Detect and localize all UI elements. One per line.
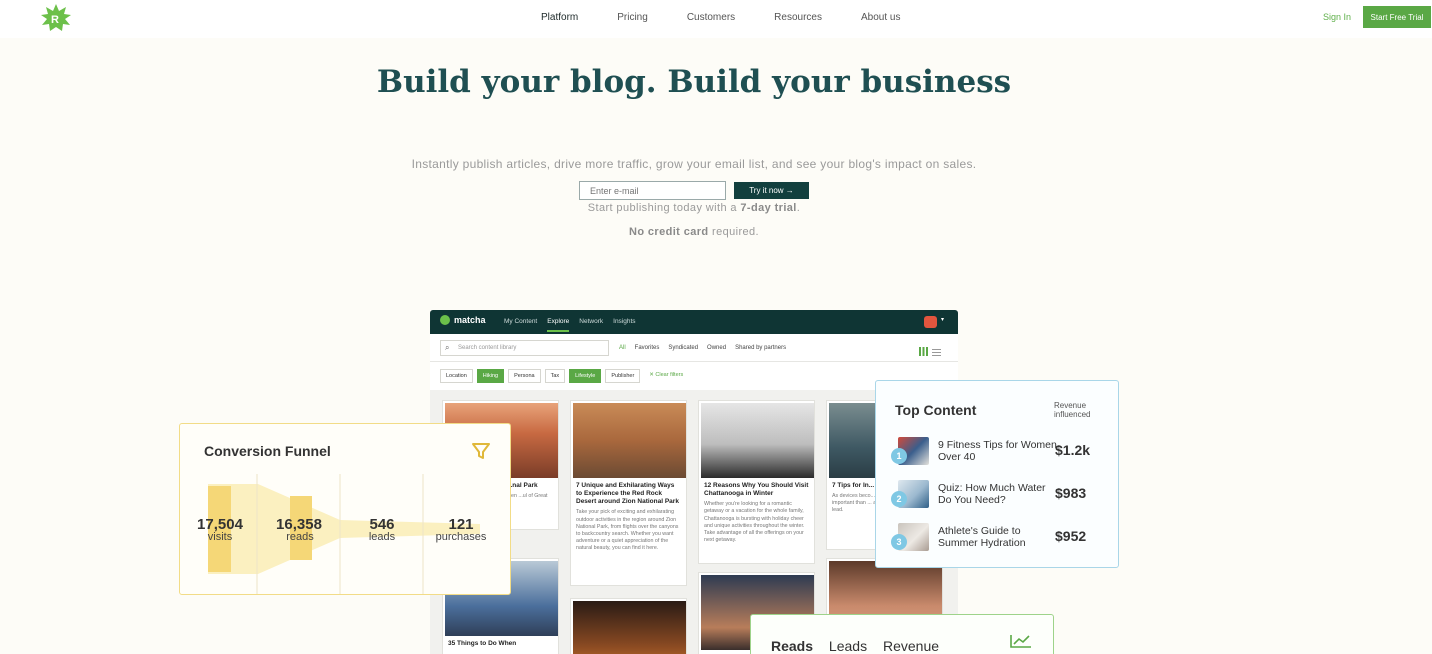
credit-card-bold: No credit card — [628, 226, 709, 238]
nav-resources[interactable]: Resources — [774, 12, 822, 23]
nav-customers[interactable]: Customers — [687, 12, 735, 23]
matcha-logo-icon[interactable]: R — [40, 3, 72, 33]
item-revenue: $983 — [1055, 485, 1087, 501]
app-logo: matcha — [440, 315, 486, 325]
top-content-item[interactable]: 2 Quiz: How Much Water Do You Need? $983 — [891, 480, 1116, 516]
app-logo-text: matcha — [454, 315, 486, 325]
chip-lifestyle[interactable]: Lifestyle — [569, 369, 602, 383]
content-card[interactable]: 12 Reasons Why You Should Visit Chattano… — [698, 400, 815, 564]
card-excerpt: Whether you're looking for a romantic ge… — [704, 501, 805, 543]
item-revenue: $1.2k — [1055, 442, 1091, 458]
tab-reads[interactable]: Reads — [771, 638, 813, 654]
revenue-influenced-label: Revenue influenced — [1054, 401, 1091, 420]
email-input[interactable] — [579, 181, 726, 200]
top-content-title: Top Content — [895, 402, 977, 418]
nav-about-us[interactable]: About us — [861, 12, 900, 23]
funnel-leads-label: leads — [368, 531, 396, 543]
start-free-trial-button[interactable]: Start Free Trial — [1363, 6, 1431, 28]
trial-note: Start publishing today with a 7-day tria… — [0, 202, 1388, 214]
search-icon: ⌕ — [445, 343, 450, 352]
filter-syndicated[interactable]: Syndicated — [668, 345, 698, 351]
top-content-card: Top Content Revenue influenced 1 9 Fitne… — [875, 380, 1119, 568]
svg-text:R: R — [51, 14, 59, 26]
app-nav-explore[interactable]: Explore — [547, 318, 570, 332]
filter-all[interactable]: All — [619, 345, 626, 351]
app-nav-network[interactable]: Network — [579, 318, 603, 332]
hero-subtitle: Instantly publish articles, drive more t… — [411, 157, 977, 171]
filter-owned[interactable]: Owned — [707, 345, 726, 351]
chip-hiking[interactable]: Hiking — [476, 369, 505, 383]
funnel-reads-label: reads — [286, 531, 314, 543]
credit-card-note: No credit card required. — [0, 226, 1388, 238]
filter-favorites[interactable]: Favorites — [635, 345, 660, 351]
card-image — [573, 601, 686, 654]
item-title: 9 Fitness Tips for Women Over 40 — [938, 439, 1057, 464]
app-nav-insights[interactable]: Insights — [613, 318, 635, 332]
content-search-placeholder: Search content library — [458, 345, 517, 351]
rank-badge: 3 — [891, 534, 907, 550]
filter-shared[interactable]: Shared by partners — [735, 345, 786, 351]
chip-persona[interactable]: Persona — [508, 369, 541, 383]
credit-card-text: required. — [708, 226, 760, 238]
matcha-leaf-icon — [440, 315, 450, 325]
clear-filters-link[interactable]: ✕ Clear filters — [644, 369, 689, 383]
hero-title: Build your blog. Build your business — [376, 64, 1012, 100]
content-card[interactable]: 7 Unique and Exhilarating Ways to Experi… — [570, 400, 687, 586]
card-image — [701, 403, 814, 478]
chip-tax[interactable]: Tax — [544, 369, 566, 383]
rank-badge: 2 — [891, 491, 907, 507]
trial-note-end: . — [796, 202, 801, 214]
grid-view-icon[interactable] — [919, 347, 928, 356]
tab-leads[interactable]: Leads — [829, 638, 867, 654]
card-title: 12 Reasons Why You Should Visit Chattano… — [704, 482, 809, 498]
top-nav: R Platform Pricing Customers Resources A… — [0, 0, 1432, 38]
card-title: 7 Unique and Exhilarating Ways to Experi… — [576, 482, 679, 506]
content-card[interactable] — [570, 598, 687, 654]
card-title: 35 Things to Do When — [448, 640, 517, 647]
tab-revenue[interactable]: Revenue — [883, 638, 939, 654]
list-view-icon[interactable] — [932, 347, 941, 356]
chip-publisher[interactable]: Publisher — [605, 369, 641, 383]
app-nav-my-content[interactable]: My Content — [504, 318, 537, 332]
filter-funnel-icon — [472, 443, 490, 459]
sign-in-link[interactable]: Sign In — [1323, 12, 1351, 22]
try-it-now-button[interactable]: Try it now → — [734, 182, 809, 199]
item-title: Quiz: How Much Water Do You Need? — [938, 482, 1046, 507]
item-title: Athlete's Guide to Summer Hydration — [938, 525, 1026, 550]
app-search-row: ⌕ Search content library All Favorites S… — [430, 334, 958, 362]
funnel-purchases-label: purchases — [435, 531, 487, 543]
top-content-item[interactable]: 1 9 Fitness Tips for Women Over 40 $1.2k — [891, 437, 1116, 473]
chevron-down-icon[interactable]: ▾ — [941, 316, 944, 323]
user-avatar-icon[interactable] — [924, 316, 937, 328]
rank-badge: 1 — [891, 448, 907, 464]
reads-leads-revenue-card: Reads Leads Revenue — [750, 614, 1054, 654]
chip-location[interactable]: Location — [440, 369, 473, 383]
app-top-bar: matcha My Content Explore Network Insigh… — [430, 310, 958, 334]
content-search-input[interactable]: ⌕ Search content library — [440, 340, 609, 356]
line-chart-icon — [1010, 635, 1031, 648]
card-excerpt: Take your pick of exciting and exhilarat… — [576, 509, 679, 552]
top-content-item[interactable]: 3 Athlete's Guide to Summer Hydration $9… — [891, 523, 1116, 559]
trial-note-text: Start publishing today with a — [587, 202, 741, 214]
funnel-title: Conversion Funnel — [204, 443, 331, 459]
nav-platform[interactable]: Platform — [541, 12, 578, 23]
funnel-visits-label: visits — [207, 531, 233, 543]
item-revenue: $952 — [1055, 528, 1087, 544]
trial-note-bold: 7-day trial — [740, 202, 797, 214]
nav-pricing[interactable]: Pricing — [617, 12, 648, 23]
card-image — [573, 403, 686, 478]
conversion-funnel-card: Conversion Funnel 17,504 visits 16,358 r… — [179, 423, 511, 595]
